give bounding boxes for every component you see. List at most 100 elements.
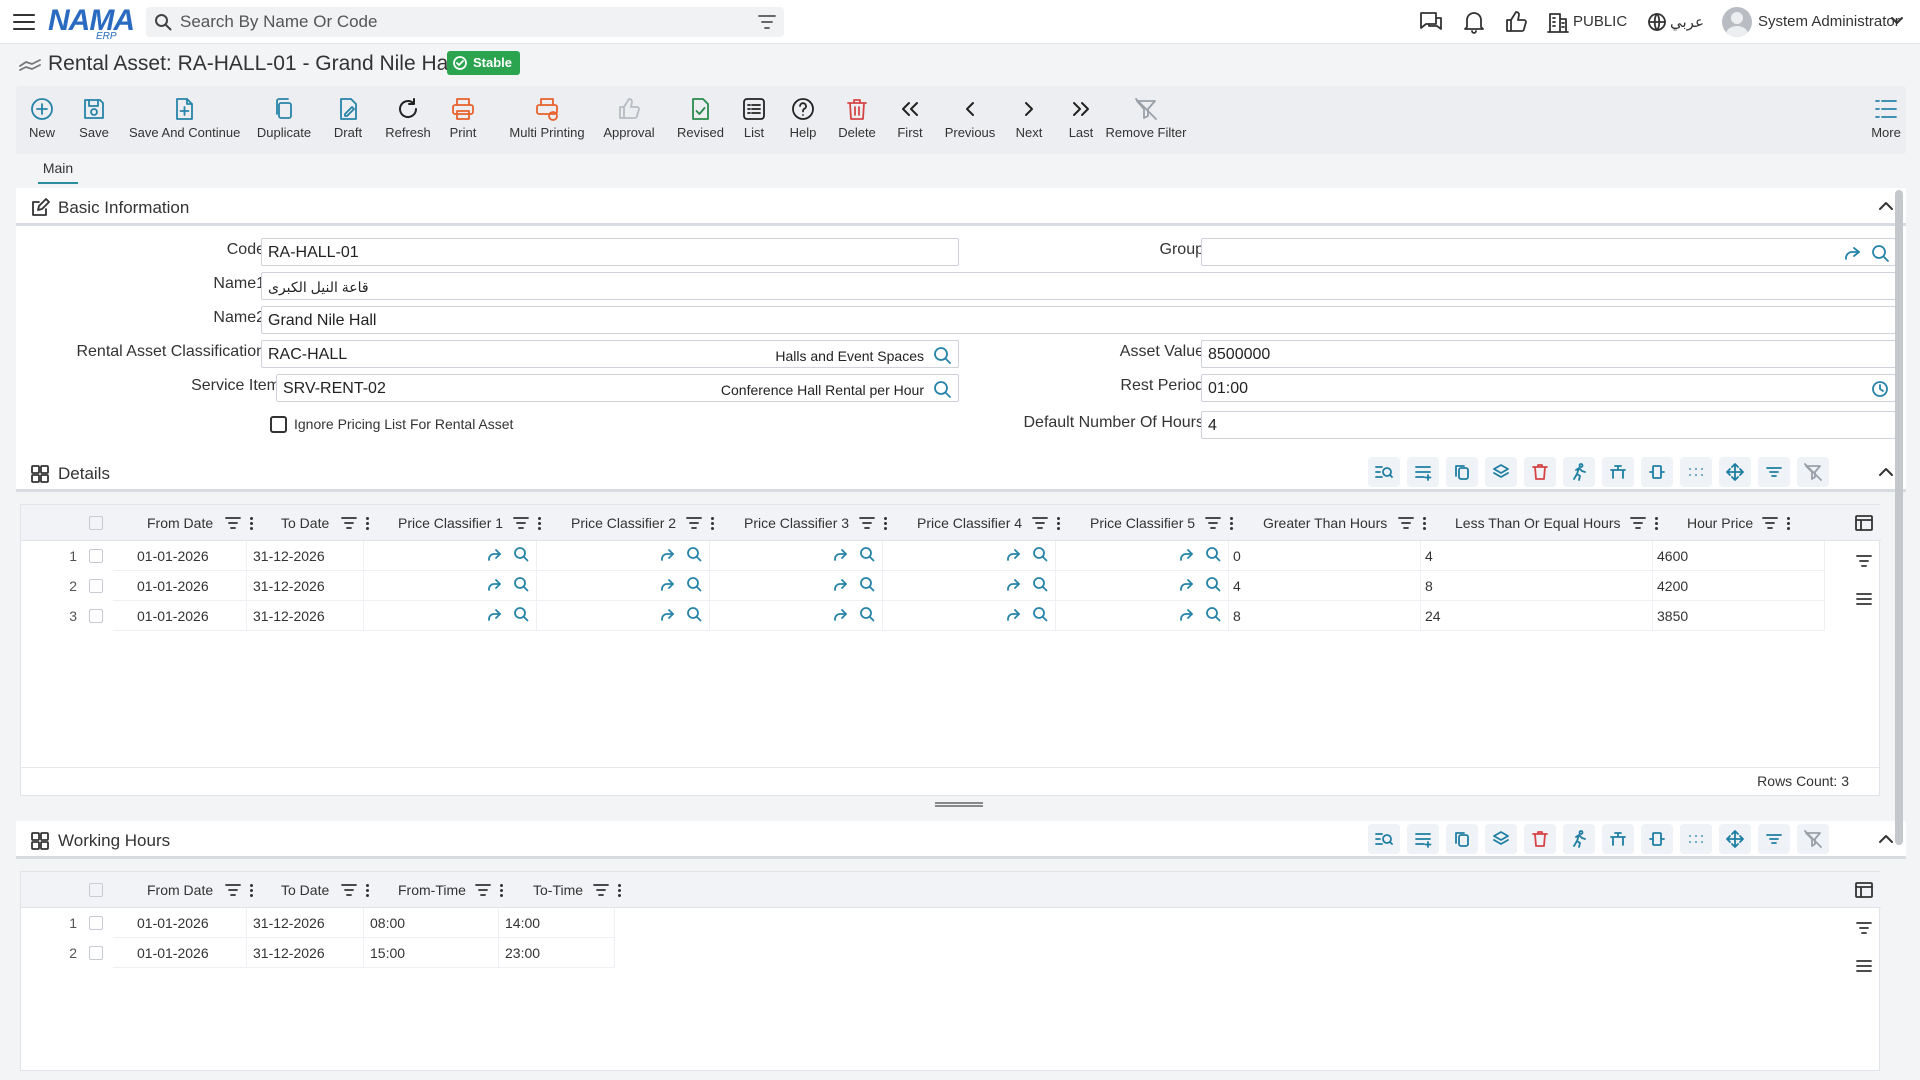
column-menu-icon[interactable] (249, 516, 253, 530)
fit-columns-button[interactable] (1641, 824, 1673, 854)
language-label[interactable]: عربي (1670, 13, 1704, 31)
column-header[interactable]: Greater Than Hours (1263, 505, 1387, 541)
column-menu-icon[interactable] (1786, 516, 1790, 530)
classifier-cell[interactable] (883, 601, 1056, 631)
search-refresh-icon[interactable] (1032, 546, 1048, 562)
table-row[interactable]: 2 01-01-2026 31-12-2026 15:00 23:00 (21, 938, 1881, 968)
search-refresh-icon[interactable] (859, 546, 875, 562)
from-date-cell[interactable]: 01-01-2026 (113, 938, 247, 968)
move-button[interactable] (1719, 824, 1751, 854)
classifier-cell[interactable] (364, 571, 537, 601)
group-field[interactable] (1201, 238, 1896, 266)
to-date-cell[interactable]: 31-12-2026 (247, 908, 364, 938)
share-icon[interactable] (832, 547, 848, 563)
column-filter-icon[interactable] (593, 883, 609, 897)
service-item-field[interactable]: SRV-RENT-02 Conference Hall Rental per H… (276, 374, 959, 402)
classifier-cell[interactable] (537, 571, 710, 601)
more-button[interactable]: More (1868, 86, 1904, 154)
app-logo[interactable]: NAMA ERP (48, 4, 135, 42)
share-icon[interactable] (659, 547, 675, 563)
share-icon[interactable] (1178, 547, 1194, 563)
working-hours-header[interactable]: Working Hours (16, 821, 1906, 859)
fit-columns-button[interactable] (1641, 457, 1673, 487)
tab-main[interactable]: Main (38, 160, 78, 184)
classifier-cell[interactable] (364, 541, 537, 571)
share-icon[interactable] (832, 577, 848, 593)
page-scrollbar[interactable] (1895, 190, 1903, 845)
greater-than-hours-cell[interactable]: 4 (1229, 571, 1421, 601)
panel-resize-handle[interactable] (935, 802, 983, 807)
from-time-cell[interactable]: 15:00 (364, 938, 499, 968)
column-filter-icon[interactable] (686, 516, 702, 530)
share-icon[interactable] (1178, 577, 1194, 593)
table-row[interactable]: 1 01-01-2026 31-12-2026 0 4 4600 (21, 541, 1881, 571)
find-in-grid-button[interactable] (1368, 457, 1400, 487)
share-icon[interactable] (659, 577, 675, 593)
classifier-cell[interactable] (710, 541, 883, 571)
column-header[interactable]: To Date (281, 505, 329, 541)
classifier-cell[interactable] (710, 571, 883, 601)
copy-row-button[interactable] (1446, 457, 1478, 487)
classifier-cell[interactable] (1056, 601, 1229, 631)
classifier-cell[interactable] (710, 601, 883, 631)
share-icon[interactable] (659, 607, 675, 623)
new-button[interactable]: New (24, 86, 60, 154)
from-date-cell[interactable]: 01-01-2026 (113, 601, 247, 631)
save-and-continue-button[interactable]: Save And Continue (129, 86, 240, 154)
column-filter-icon[interactable] (225, 516, 241, 530)
run-button[interactable] (1563, 824, 1595, 854)
table-row[interactable]: 3 01-01-2026 31-12-2026 8 24 3850 (21, 601, 1881, 631)
filter-icon[interactable] (1855, 920, 1873, 936)
hour-price-cell[interactable]: 4200 (1653, 571, 1825, 601)
columns-button[interactable] (1602, 824, 1634, 854)
classification-field[interactable]: RAC-HALL Halls and Event Spaces (261, 340, 959, 368)
search-refresh-icon[interactable] (859, 606, 875, 622)
multi-printing-button[interactable]: Multi Printing (494, 86, 600, 154)
column-menu-icon[interactable] (617, 883, 621, 897)
column-menu-icon[interactable] (537, 516, 541, 530)
column-menu-icon[interactable] (365, 883, 369, 897)
column-filter-icon[interactable] (1398, 516, 1414, 530)
search-refresh-icon[interactable] (1205, 546, 1221, 562)
search-refresh-icon[interactable] (859, 576, 875, 592)
search-refresh-icon[interactable] (1205, 576, 1221, 592)
search-refresh-icon[interactable] (686, 576, 702, 592)
share-icon[interactable] (1005, 547, 1021, 563)
name1-field[interactable]: قاعة النيل الكبرى (261, 272, 1896, 300)
column-header[interactable]: Price Classifier 4 (917, 505, 1022, 541)
print-button[interactable]: Print (443, 86, 483, 154)
user-name[interactable]: System Administrator (1758, 13, 1900, 30)
search-refresh-icon[interactable] (1032, 606, 1048, 622)
search-refresh-icon[interactable] (1870, 243, 1890, 263)
greater-than-hours-cell[interactable]: 8 (1229, 601, 1421, 631)
hour-price-cell[interactable]: 3850 (1653, 601, 1825, 631)
row-checkbox[interactable] (89, 916, 103, 930)
filter-icon[interactable] (758, 14, 776, 30)
column-filter-icon[interactable] (859, 516, 875, 530)
layers-button[interactable] (1485, 457, 1517, 487)
less-equal-hours-cell[interactable]: 4 (1421, 541, 1653, 571)
column-header[interactable]: Less Than Or Equal Hours (1455, 505, 1621, 541)
column-filter-icon[interactable] (341, 883, 357, 897)
globe-icon[interactable] (1646, 9, 1668, 35)
clock-icon[interactable] (1870, 379, 1890, 399)
list-button[interactable]: List (732, 86, 776, 154)
to-time-cell[interactable]: 23:00 (499, 938, 615, 968)
column-filter-icon[interactable] (1205, 516, 1221, 530)
add-row-button[interactable] (1407, 824, 1439, 854)
remove-filter-button[interactable]: Remove Filter (1096, 86, 1196, 154)
chevron-down-icon[interactable] (1890, 16, 1904, 26)
less-equal-hours-cell[interactable]: 8 (1421, 571, 1653, 601)
column-filter-icon[interactable] (225, 883, 241, 897)
row-checkbox[interactable] (89, 549, 103, 563)
grid-filter-button[interactable] (1758, 457, 1790, 487)
column-menu-icon[interactable] (1654, 516, 1658, 530)
column-filter-icon[interactable] (475, 883, 491, 897)
next-button[interactable]: Next (1006, 86, 1052, 154)
share-icon[interactable] (1178, 607, 1194, 623)
to-time-cell[interactable]: 14:00 (499, 908, 615, 938)
column-menu-icon[interactable] (365, 516, 369, 530)
column-menu-icon[interactable] (710, 516, 714, 530)
add-row-button[interactable] (1407, 457, 1439, 487)
to-date-cell[interactable]: 31-12-2026 (247, 601, 364, 631)
